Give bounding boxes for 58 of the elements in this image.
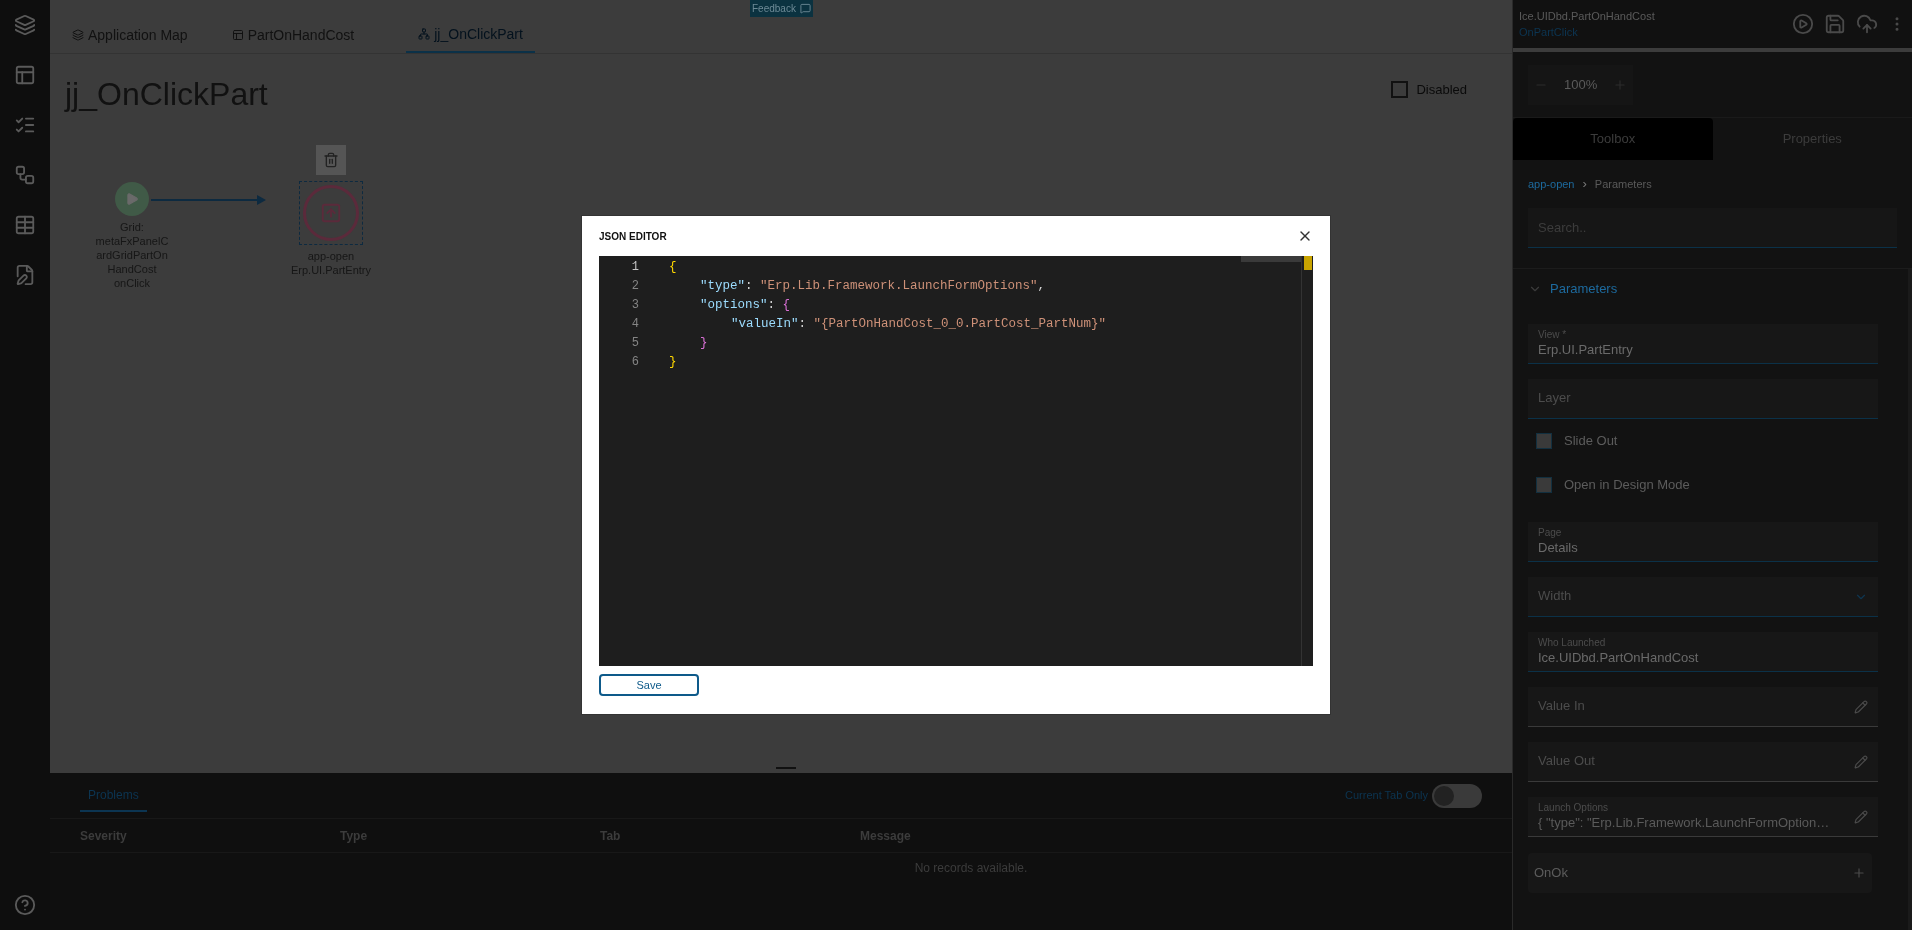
- checkbox-label: Open in Design Mode: [1564, 476, 1690, 495]
- sidebar-nav-icon[interactable]: [14, 14, 36, 36]
- add-icon[interactable]: [1852, 866, 1866, 880]
- line-number: 1: [631, 259, 639, 276]
- code-line: "valueIn": "{PartOnHandCost_0_0.PartCost_PartNum}": [731, 316, 1107, 333]
- line-number: 4: [631, 316, 639, 333]
- diagram-node[interactable]: [115, 182, 149, 216]
- tab[interactable]: Problems: [80, 779, 147, 812]
- play-icon: [125, 192, 139, 206]
- breadcrumb-link[interactable]: app-open: [1528, 175, 1575, 193]
- sidebar-nav-icon[interactable]: [14, 214, 36, 236]
- line-number: 2: [631, 278, 639, 295]
- trash-icon: [323, 152, 339, 168]
- chat-icon: [799, 3, 811, 14]
- breadcrumb-separator: ›: [1582, 175, 1587, 194]
- checkbox[interactable]: [1536, 433, 1552, 449]
- sidebar-nav-icon[interactable]: [14, 164, 36, 186]
- code-line: "type": "Erp.Lib.Framework.LaunchFormOptions",: [700, 278, 1046, 295]
- checkbox[interactable]: [1536, 477, 1552, 493]
- event-name: OnPartClick: [1519, 25, 1579, 40]
- edit-icon[interactable]: [1854, 809, 1868, 824]
- checkbox[interactable]: [1391, 81, 1409, 99]
- checkbox-label: Slide Out: [1564, 432, 1618, 451]
- sidebar-nav-icon[interactable]: [14, 64, 36, 86]
- line-number: 3: [631, 297, 639, 314]
- code-line: }: [669, 354, 677, 371]
- dialog-title: JSON EDITOR: [599, 229, 667, 244]
- tab-icon: [72, 29, 84, 41]
- code-line: {: [669, 259, 677, 276]
- panel-tab[interactable]: Toolbox: [1513, 118, 1713, 160]
- sidebar-nav-icon[interactable]: [14, 264, 36, 286]
- help-icon[interactable]: [14, 894, 36, 916]
- tab-icon: [231, 29, 244, 41]
- diagram-node[interactable]: [299, 181, 363, 245]
- toggle-label: Current Tab Only: [1345, 788, 1428, 804]
- line-number: 6: [631, 354, 639, 371]
- open-window-icon: [320, 202, 342, 224]
- save-icon[interactable]: [1824, 13, 1846, 35]
- event-row[interactable]: OnOk: [1528, 853, 1872, 893]
- section-header[interactable]: Parameters: [1528, 269, 1618, 309]
- toggle-switch[interactable]: [1432, 783, 1482, 808]
- zoom-level: 100%: [1564, 75, 1598, 94]
- upload-icon[interactable]: [1856, 13, 1878, 35]
- edit-icon[interactable]: [1854, 754, 1868, 769]
- line-number: 5: [631, 335, 639, 352]
- code-line: }: [700, 335, 708, 352]
- edit-icon[interactable]: [1854, 699, 1868, 714]
- minimap: [1241, 256, 1301, 262]
- tab-icon: [418, 28, 431, 40]
- tab[interactable]: jj_OnClickPart: [406, 17, 535, 53]
- feedback-button[interactable]: Feedback: [750, 0, 813, 17]
- breadcrumb-current: Parameters: [1594, 176, 1652, 192]
- code-line: "options": {: [700, 297, 791, 314]
- run-icon[interactable]: [1792, 13, 1814, 35]
- delete-button[interactable]: [316, 145, 346, 175]
- code-editor[interactable]: 1 2 3 4 5 6 { "type": "Erp.Lib.Framework.LaunchFormOptions", "options": { "valueIn": "{PartOnHandCost_0_0.PartCost_PartNum}" } }: [599, 256, 1313, 666]
- save-button[interactable]: Save: [599, 674, 699, 697]
- form-name: Ice.UIDbd.PartOnHandCost: [1519, 8, 1655, 24]
